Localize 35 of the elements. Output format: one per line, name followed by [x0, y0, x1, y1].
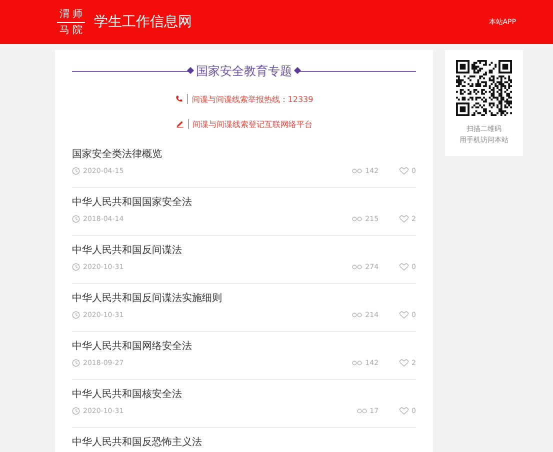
heart-icon: [398, 167, 409, 175]
clock-icon: [72, 263, 80, 271]
clock-icon: [72, 215, 80, 223]
article-title[interactable]: 中华人民共和国国家安全法: [72, 188, 416, 209]
notice-link[interactable]: 间谍与间谍线索登记互联网络平台: [192, 118, 312, 130]
heart-icon: [398, 359, 409, 367]
views-icon: [352, 264, 362, 270]
views-icon: [352, 216, 362, 222]
clock-icon: [72, 311, 80, 319]
heart-icon: [398, 407, 409, 415]
article-title[interactable]: 国家安全类法律概览: [72, 140, 416, 161]
views-icon: [352, 360, 362, 366]
heart-icon: [398, 263, 409, 271]
logo-text: 马 院: [59, 24, 83, 36]
article-title[interactable]: 中华人民共和国反恐怖主义法: [72, 428, 416, 449]
qr-code: [456, 60, 512, 116]
logo-text: 渭 师: [57, 8, 85, 22]
heart-icon: [398, 215, 409, 223]
article-title[interactable]: 中华人民共和国核安全法: [72, 380, 416, 401]
heart-icon: [398, 311, 409, 319]
article-title[interactable]: 中华人民共和国网络安全法: [72, 332, 416, 353]
article-title[interactable]: 中华人民共和国反间谍法实施细则: [72, 284, 416, 305]
pen-icon: [176, 120, 184, 128]
article-title[interactable]: 中华人民共和国反间谍法: [72, 236, 416, 257]
clock-icon: [72, 407, 80, 415]
notice-link[interactable]: 间谍与间谍线索举报热线：12339: [192, 94, 314, 104]
topic-title: 国家安全教育专题: [196, 63, 292, 80]
logo[interactable]: 渭 师 马 院: [53, 8, 89, 36]
views-icon: [356, 408, 367, 414]
clock-icon: [72, 359, 80, 367]
phone-icon: [174, 95, 183, 103]
views-icon: [352, 312, 362, 318]
site-title[interactable]: 学生工作信息网: [94, 13, 192, 31]
views-icon: [352, 168, 362, 174]
clock-icon: [72, 167, 80, 175]
